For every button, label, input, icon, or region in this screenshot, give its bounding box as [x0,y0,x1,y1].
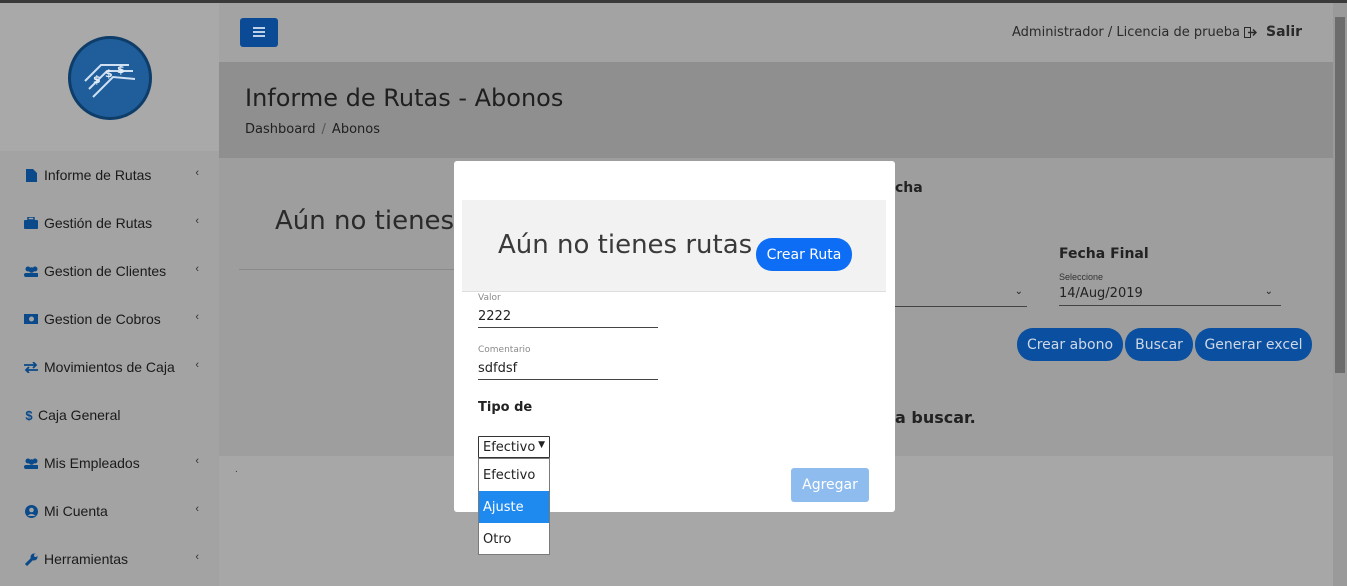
sign-out-icon [1244,26,1257,38]
chevron-left-icon: ‹ [195,503,199,515]
sidebar-item-gestion-rutas[interactable]: Gestión de Rutas ‹ [0,199,219,247]
tipo-selected-value: Efectivo [483,440,536,455]
sidebar-item-gestion-clientes[interactable]: Gestion de Clientes ‹ [0,247,219,295]
hamburger-icon [253,35,265,37]
scrollbar-thumb[interactable] [1335,17,1345,373]
sidebar-item-label: Informe de Rutas [44,167,152,183]
top-header: Administrador / Licencia de prueba Salir [219,3,1333,62]
file-icon [24,168,38,182]
chevron-left-icon: ‹ [195,455,199,467]
sidebar-item-gestion-cobros[interactable]: Gestion de Cobros ‹ [0,295,219,343]
crear-abono-modal: Aún no tienes rutas Crear Ruta Valor 222… [454,161,895,555]
hamburger-icon [253,27,265,29]
app-logo[interactable]: $ $ $ [68,36,152,120]
tipo-option-efectivo[interactable]: Efectivo [479,459,549,491]
logout-label: Salir [1266,24,1303,40]
fecha-final-value: 14/Aug/2019 [1059,286,1143,301]
scrollbar[interactable] [1333,3,1347,586]
chevron-left-icon: ‹ [195,215,199,227]
crear-ruta-button[interactable]: Crear Ruta [756,238,852,271]
empty-routes-message: Aún no tienes rutas [498,230,753,260]
chevron-left-icon: ‹ [195,359,199,371]
valor-input[interactable]: 2222 [478,309,658,328]
tipo-select[interactable]: Efectivo ▼ [478,436,550,458]
wrench-icon [24,552,38,566]
window-top-border [0,0,1347,3]
dropdown-arrow-icon: ▼ [538,440,545,450]
fecha-final-select[interactable]: 14/Aug/2019 ⌄ [1059,286,1281,306]
breadcrumb-dashboard-link[interactable]: Dashboard [245,122,316,137]
svg-text:$: $ [105,67,113,80]
chevron-down-icon: ⌄ [1014,286,1023,297]
sidebar-item-movimientos-caja[interactable]: Movimientos de Caja ‹ [0,343,219,391]
buscar-button[interactable]: Buscar [1125,328,1193,361]
valor-label: Valor [478,293,501,303]
sidebar-item-herramientas[interactable]: Herramientas ‹ [0,535,219,583]
sidebar-item-label: Movimientos de Caja [44,359,175,375]
sidebar-item-label: Herramientas [44,551,129,567]
generar-excel-button[interactable]: Generar excel [1195,328,1312,361]
hamburger-icon [253,31,265,33]
users-icon [24,456,38,470]
menu-toggle-button[interactable] [240,18,278,47]
empty-routes-text: Aún no tienes r [275,206,474,236]
sidebar: $ $ $ Informe de Rutas ‹ Gestión de Ruta… [0,3,219,586]
fecha-inicial-select[interactable]: ⌄ [895,286,1027,307]
sidebar-item-label: Gestión de Rutas [44,215,153,231]
fecha-final-label: Fecha Final [1059,246,1149,262]
comentario-label: Comentario [478,345,531,355]
tipo-label: Tipo de [478,400,533,415]
fecha-inicial-label-fragment: cha [895,180,923,196]
money-icon [24,312,38,326]
users-icon [24,264,38,278]
exchange-icon [24,360,38,374]
tipo-option-otro[interactable]: Otro [479,523,549,555]
search-hint-fragment: a buscar. [895,408,976,427]
chevron-left-icon: ‹ [195,311,199,323]
sidebar-item-label: Gestion de Clientes [44,263,167,279]
tipo-dropdown-list: Efectivo Ajuste Otro [478,458,550,555]
chevron-down-icon: ⌄ [1264,286,1273,297]
empty-routes-banner: Aún no tienes rutas Crear Ruta [462,200,886,292]
svg-text:$: $ [117,63,125,76]
select-hint: Seleccione [1059,272,1104,282]
svg-text:$: $ [93,73,101,86]
sidebar-item-informe-rutas[interactable]: Informe de Rutas ‹ [0,151,219,199]
logo-area: $ $ $ [0,3,219,151]
chevron-left-icon: ‹ [195,263,199,275]
sidebar-item-caja-general[interactable]: $ Caja General [0,391,219,439]
user-license-text: Administrador / Licencia de prueba [1012,25,1240,40]
briefcase-icon [24,216,38,230]
sidebar-item-mi-cuenta[interactable]: Mi Cuenta ‹ [0,487,219,535]
money-logo-icon: $ $ $ [84,63,136,98]
breadcrumb-current: Abonos [331,122,380,137]
dollar-icon: $ [25,407,33,423]
comentario-input[interactable]: sdfdsf [478,361,658,380]
divider [239,269,467,270]
chevron-left-icon: ‹ [195,551,199,563]
breadcrumb-separator: / [321,122,326,137]
sidebar-item-mis-empleados[interactable]: Mis Empleados ‹ [0,439,219,487]
tipo-option-ajuste[interactable]: Ajuste [479,491,549,523]
sidebar-item-label: Gestion de Cobros [44,311,161,327]
sidebar-item-label: Caja General [38,407,121,423]
results-placeholder: . [235,464,238,475]
agregar-button[interactable]: Agregar [791,468,869,502]
sidebar-item-label: Mis Empleados [44,455,140,471]
crear-abono-button[interactable]: Crear abono [1017,328,1123,361]
user-circle-icon [24,504,38,518]
logout-button[interactable]: Salir [1244,24,1302,40]
chevron-left-icon: ‹ [195,167,199,179]
sidebar-item-label: Mi Cuenta [44,503,108,519]
page-title: Informe de Rutas - Abonos [245,84,564,112]
breadcrumb: Dashboard / Abonos [245,122,380,137]
